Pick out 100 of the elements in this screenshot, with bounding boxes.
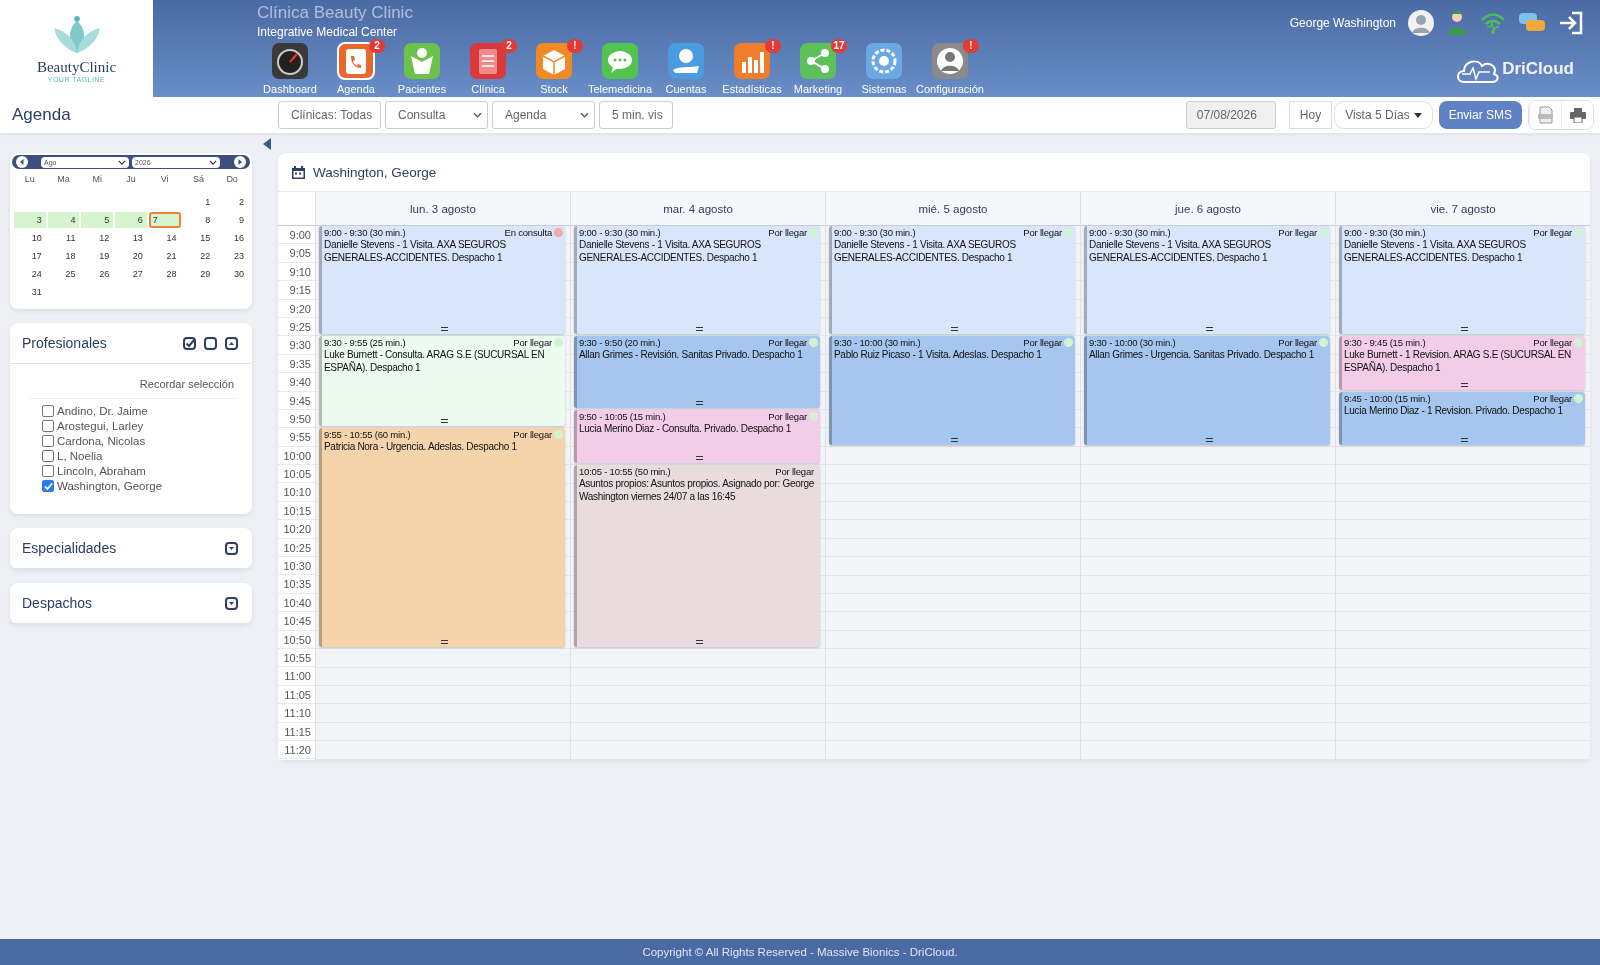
calendar-day[interactable]: 9 bbox=[216, 212, 248, 228]
appointment-card[interactable]: 9:00 - 9:30 (30 min.) Por llegar Danielle Stevens - 1 Visita. AXA SEGUROS GENERALES-ACCIDENTES. Despacho 1 bbox=[574, 226, 820, 335]
nav-item[interactable]: 2 Agenda bbox=[323, 42, 389, 95]
nav-item[interactable]: 17 Marketing bbox=[785, 42, 851, 95]
calendar-day[interactable]: 27 bbox=[115, 266, 147, 282]
calendar-day[interactable]: 26 bbox=[81, 266, 114, 282]
checkbox[interactable] bbox=[42, 420, 54, 432]
next-month-icon[interactable] bbox=[234, 156, 246, 168]
resize-handle-icon[interactable] bbox=[440, 640, 448, 645]
calendar-day[interactable]: 12 bbox=[81, 230, 114, 246]
appointment-card[interactable]: 9:45 - 10:00 (15 min.) Por llegar Lucia Merino Diaz - 1 Revision. Privado. Despacho 1 bbox=[1339, 391, 1585, 445]
appointment-card[interactable]: 9:50 - 10:05 (15 min.) Por llegar Lucia Merino Diaz - Consulta. Privado. Despacho 1 bbox=[574, 410, 820, 464]
calendar-day[interactable]: 22 bbox=[182, 248, 215, 264]
panel-title[interactable]: Despachos bbox=[22, 595, 93, 611]
filter-select[interactable]: Agenda bbox=[492, 101, 595, 129]
calendar-day[interactable]: 24 bbox=[14, 266, 46, 282]
resize-handle-icon[interactable] bbox=[695, 640, 703, 645]
resize-handle-icon[interactable] bbox=[695, 401, 703, 405]
nav-item[interactable]: ! Stock bbox=[521, 42, 587, 95]
avatar-icon[interactable] bbox=[1408, 10, 1434, 36]
appointment-card[interactable]: 9:00 - 9:30 (30 min.) Por llegar Danielle Stevens - 1 Visita. AXA SEGUROS GENERALES-ACCIDENTES. Despacho 1 bbox=[829, 226, 1075, 335]
checkbox[interactable] bbox=[42, 450, 54, 462]
appointment-card[interactable]: 9:30 - 10:00 (30 min.) Por llegar Pablo Ruiz Picaso - 1 Visita. Adeslas. Despacho 1 bbox=[829, 336, 1075, 445]
send-sms-button[interactable]: Enviar SMS bbox=[1438, 101, 1522, 129]
checkbox[interactable] bbox=[42, 465, 54, 477]
calendar-day[interactable]: 19 bbox=[81, 248, 114, 264]
checkbox[interactable] bbox=[42, 480, 54, 492]
logout-icon[interactable] bbox=[1558, 11, 1584, 35]
resize-handle-icon[interactable] bbox=[440, 419, 448, 424]
calendar-day[interactable]: 2 bbox=[216, 194, 248, 210]
date-field[interactable]: 07/08/2026 bbox=[1185, 101, 1276, 129]
calendar-day[interactable]: 6 bbox=[115, 212, 147, 228]
panel-title[interactable]: Profesionales bbox=[22, 335, 107, 351]
print-button[interactable] bbox=[1561, 101, 1593, 129]
resize-handle-icon[interactable] bbox=[1460, 437, 1468, 442]
calendar-day[interactable]: 4 bbox=[47, 212, 80, 228]
previous-month-icon[interactable] bbox=[16, 156, 28, 168]
appointment-card[interactable]: 9:00 - 9:30 (30 min.) En consulta Danielle Stevens - 1 Visita. AXA SEGUROS GENERALES-ACCIDENTES. Despacho 1 bbox=[319, 226, 565, 335]
calendar-day[interactable]: 14 bbox=[148, 230, 181, 246]
filter-select[interactable]: Consulta bbox=[385, 101, 488, 129]
resize-handle-icon[interactable] bbox=[950, 327, 958, 332]
view-dropdown[interactable]: Vista 5 Días bbox=[1334, 101, 1433, 129]
checkbox[interactable] bbox=[42, 435, 54, 447]
appointment-time: 9:30 - 10:00 (30 min.) bbox=[834, 337, 921, 349]
calendar-day[interactable]: 31 bbox=[14, 284, 46, 300]
calendar-day[interactable]: 28 bbox=[148, 266, 181, 282]
remember-selection-link[interactable]: Recordar selección bbox=[30, 374, 238, 399]
resize-handle-icon[interactable] bbox=[950, 437, 958, 442]
calendar-day[interactable]: 1 bbox=[182, 194, 215, 210]
filter-select[interactable]: 5 min. vis bbox=[599, 101, 673, 129]
expand-down-icon[interactable] bbox=[225, 596, 238, 610]
panel-title[interactable]: Especialidades bbox=[22, 540, 117, 556]
calendar-day[interactable]: 17 bbox=[14, 248, 46, 264]
calendar-day[interactable]: 21 bbox=[148, 248, 181, 264]
calendar-day[interactable]: 10 bbox=[14, 230, 46, 246]
expand-down-icon[interactable] bbox=[225, 541, 238, 555]
calendar-day[interactable]: 13 bbox=[115, 230, 147, 246]
calendar-day[interactable]: 23 bbox=[216, 248, 248, 264]
resize-handle-icon[interactable] bbox=[440, 327, 448, 332]
resize-handle-icon[interactable] bbox=[695, 456, 703, 461]
calendar-day[interactable]: 5 bbox=[81, 212, 114, 228]
calendar-day[interactable]: 8 bbox=[182, 212, 215, 228]
calendar-day[interactable]: 30 bbox=[216, 266, 248, 282]
resize-handle-icon[interactable] bbox=[695, 327, 703, 332]
nav-item[interactable]: ! Estadísticas bbox=[719, 42, 785, 95]
nav-item[interactable]: ! Configuración bbox=[917, 42, 983, 95]
collapse-up-icon[interactable] bbox=[225, 336, 238, 350]
checkbox[interactable] bbox=[42, 405, 54, 417]
collapse-icon[interactable] bbox=[262, 138, 272, 150]
nav-item[interactable]: 2 Clínica bbox=[455, 42, 521, 95]
doctor-icon[interactable] bbox=[1446, 10, 1468, 36]
calendar-day[interactable]: 20 bbox=[115, 248, 147, 264]
calendar-day[interactable]: 18 bbox=[47, 248, 80, 264]
select-all-icon[interactable] bbox=[183, 336, 196, 350]
chat-icon[interactable] bbox=[1518, 12, 1546, 34]
time-label: 10:20 bbox=[278, 520, 315, 539]
resize-handle-icon[interactable] bbox=[1205, 327, 1213, 332]
calendar-day[interactable]: 29 bbox=[182, 266, 215, 282]
calendar-day[interactable]: 25 bbox=[47, 266, 80, 282]
deselect-all-icon[interactable] bbox=[204, 336, 217, 350]
calendar-day[interactable]: 11 bbox=[47, 230, 80, 246]
appointment-time: 9:30 - 10:00 (30 min.) bbox=[1089, 337, 1176, 349]
resize-handle-icon[interactable] bbox=[1460, 382, 1468, 387]
calendar-day[interactable]: 15 bbox=[182, 230, 215, 246]
filter-select[interactable]: Clínicas: Todas bbox=[278, 101, 381, 129]
calendar-day[interactable]: 3 bbox=[14, 212, 46, 228]
time-label: 9:30 bbox=[278, 336, 315, 355]
resize-handle-icon[interactable] bbox=[1460, 327, 1468, 332]
appointment-card[interactable]: 10:05 - 10:55 (50 min.) Por llegar Asuntos propios: Asuntos propios. Asignado por: George Washington viernes 24/07 a las 16:45 bbox=[574, 465, 820, 648]
calendar-day[interactable]: 7 bbox=[148, 212, 181, 228]
appointment-card[interactable]: 9:30 - 9:50 (20 min.) Por llegar Allan Grimes - Revisión. Sanitas Privado. Despacho 1 bbox=[574, 336, 820, 408]
appointment-card[interactable]: 9:30 - 10:00 (30 min.) Por llegar Allan Grimes - Urgencia. Sanitas Privado. Despacho 1 bbox=[1084, 336, 1330, 445]
resize-handle-icon[interactable] bbox=[1205, 437, 1213, 442]
appointment-card[interactable]: 9:55 - 10:55 (60 min.) Por llegar Patricia Nora - Urgencia. Adeslas. Despacho 1 bbox=[319, 428, 565, 648]
calendar-day[interactable]: 16 bbox=[216, 230, 248, 246]
today-button[interactable]: Hoy bbox=[1288, 101, 1333, 129]
appointment-card[interactable]: 9:30 - 9:55 (25 min.) Por llegar Luke Burnett - Consulta. ARAG S.E (SUCURSAL EN ESPAÑA). Despacho 1 bbox=[319, 336, 565, 427]
appointment-card[interactable]: 9:00 - 9:30 (30 min.) Por llegar Danielle Stevens - 1 Visita. AXA SEGUROS GENERALES-ACCIDENTES. Despacho 1 bbox=[1339, 226, 1585, 335]
appointment-card[interactable]: 9:00 - 9:30 (30 min.) Por llegar Danielle Stevens - 1 Visita. AXA SEGUROS GENERALES-ACCIDENTES. Despacho 1 bbox=[1084, 226, 1330, 335]
appointment-card[interactable]: 9:30 - 9:45 (15 min.) Por llegar Luke Burnett - 1 Revision. ARAG S.E (SUCURSAL EN ESPAÑA). Despacho 1 bbox=[1339, 336, 1585, 390]
